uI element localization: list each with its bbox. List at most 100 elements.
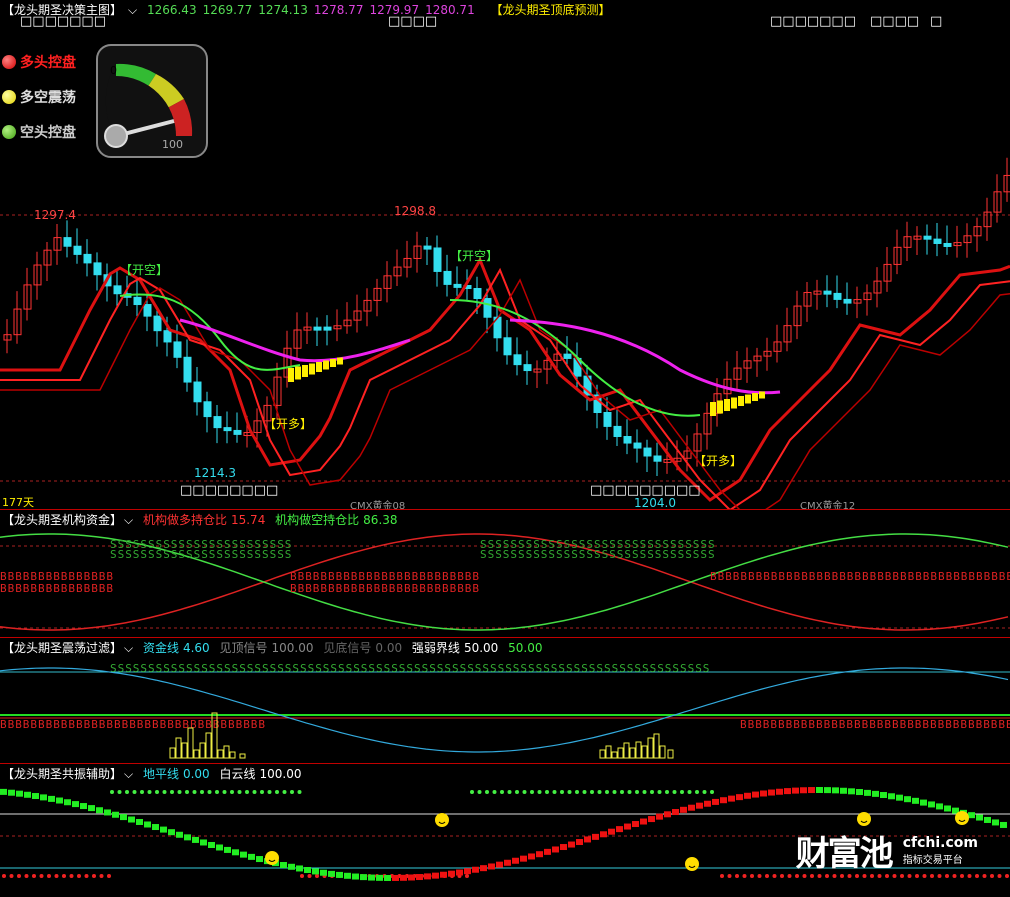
b-signal-text: B [884, 718, 891, 731]
main-chart-panel[interactable]: 【龙头期圣决策主图】 ⌵ 1266.43 1269.77 1274.13 1278.77… [0, 0, 1010, 512]
s-signal-text: S [163, 548, 170, 561]
chevron-down-icon[interactable]: ⌵ [124, 641, 133, 655]
filter-panel[interactable]: SSSSSSSSSSSSSSSSSSSSSSSSSSSSSSSSSSSSSSSS… [0, 638, 1010, 763]
s-signal-text: S [277, 548, 284, 561]
band-fill-yellow [759, 391, 765, 399]
s-signal-text: S [125, 662, 132, 675]
b-signal-text: B [824, 570, 831, 583]
resonance-step [736, 794, 743, 801]
smiley-icon [857, 812, 871, 826]
candle-body [183, 356, 192, 383]
green-dot [192, 790, 197, 794]
low-label-1: 1214.3 [194, 466, 236, 480]
band-fill-yellow [323, 360, 329, 370]
s-signal-text: S [634, 662, 641, 675]
b-signal-text: B [983, 718, 990, 731]
b-signal-text: B [885, 570, 892, 583]
b-signal-text: B [763, 718, 770, 731]
green-dot [627, 790, 632, 794]
watermark: 财富池 cfchi.com 指标交易平台 [796, 826, 978, 875]
green-dot [275, 790, 279, 794]
legend-bull: 多头控盘 [2, 52, 76, 72]
b-signal-text: B [328, 582, 335, 595]
b-signal-text: B [99, 718, 106, 731]
fund-line-curve [0, 667, 1009, 753]
resonance-step [0, 788, 7, 795]
resonance-step [760, 790, 767, 797]
candle-body [83, 253, 92, 264]
b-signal-text: B [61, 582, 68, 595]
resonance-step [696, 802, 703, 809]
green-dot [612, 790, 617, 794]
resonance-step [944, 805, 951, 812]
s-signal-text: S [672, 662, 679, 675]
resonance-step [352, 873, 359, 880]
b-signal-text: B [351, 582, 358, 595]
green-dot [590, 790, 594, 794]
chevron-down-icon[interactable]: ⌵ [128, 3, 137, 17]
band-fill-yellow [309, 363, 315, 375]
s-signal-text: S [437, 662, 444, 675]
green-dot [672, 790, 677, 794]
b-signal-text: B [915, 718, 922, 731]
resonance-step [992, 819, 999, 826]
s-signal-text: S [308, 662, 315, 675]
candle-body [503, 337, 512, 356]
chevron-down-icon[interactable]: ⌵ [124, 767, 133, 781]
red-dot [39, 874, 44, 878]
resonance-step [872, 790, 879, 797]
b-signal-text: B [946, 570, 953, 583]
b-signal-text: B [771, 570, 778, 583]
s-signal-text: S [270, 548, 277, 561]
s-signal-text: S [224, 662, 231, 675]
candle-body [173, 341, 182, 358]
b-signal-text: B [953, 718, 960, 731]
b-signal-text: B [465, 582, 472, 595]
s-signal-text: S [594, 548, 601, 561]
chevron-down-icon[interactable]: ⌵ [124, 513, 133, 527]
volume-bar [605, 745, 612, 759]
institution-title[interactable]: 【龙头期圣机构资金】 [2, 513, 122, 527]
s-signal-text: S [156, 548, 163, 561]
b-signal-text: B [1006, 718, 1010, 731]
b-signal-text: B [976, 718, 983, 731]
candle-body [323, 326, 332, 331]
red-dot [54, 874, 59, 878]
institution-panel[interactable]: SSSSSSSSSSSSSSSSSSSSSSSSSSSSSSSSSSSSSSSS… [0, 510, 1010, 637]
s-signal-text: S [368, 662, 375, 675]
s-signal-text: S [488, 548, 495, 561]
green-dot [702, 790, 707, 794]
candle-body [473, 287, 482, 300]
green-dot [567, 790, 572, 794]
resonance-title[interactable]: 【龙头期圣共振辅助】 [2, 767, 122, 781]
resonance-step [384, 874, 391, 881]
candle-body [823, 290, 832, 295]
s-signal-text: S [536, 662, 543, 675]
s-signal-text: S [543, 662, 550, 675]
resonance-step [632, 821, 639, 828]
volume-bar [647, 737, 654, 759]
legend-bull-label: 多头控盘 [20, 55, 76, 71]
s-signal-text: S [156, 662, 163, 675]
candle-body [483, 298, 492, 318]
s-signal-text: S [480, 548, 487, 561]
b-signal-text: B [930, 718, 937, 731]
b-signal-text: B [427, 582, 434, 595]
resonance-panel[interactable]: 【龙头期圣共振辅助】 ⌵ 地平线 0.00 白云线 100.00 财富池 cfchi.… [0, 764, 1010, 897]
s-signal-text: S [498, 662, 505, 675]
s-signal-text: S [399, 662, 406, 675]
green-dot [515, 790, 519, 794]
b-signal-text: B [258, 718, 265, 731]
s-signal-text: S [262, 548, 269, 561]
b-signal-text: B [808, 718, 815, 731]
red-dot [735, 874, 739, 878]
s-signal-text: S [125, 548, 132, 561]
signal-open-short-1: 【开空】 [120, 263, 169, 277]
resonance-step [192, 836, 199, 843]
bottom-signal-label: 见底信号 [323, 641, 372, 655]
s-signal-text: S [662, 548, 669, 561]
resonance-step [472, 866, 479, 873]
filter-title[interactable]: 【龙头期圣震荡过滤】 [2, 641, 122, 655]
b-signal-text: B [793, 718, 800, 731]
b-signal-text: B [23, 718, 30, 731]
